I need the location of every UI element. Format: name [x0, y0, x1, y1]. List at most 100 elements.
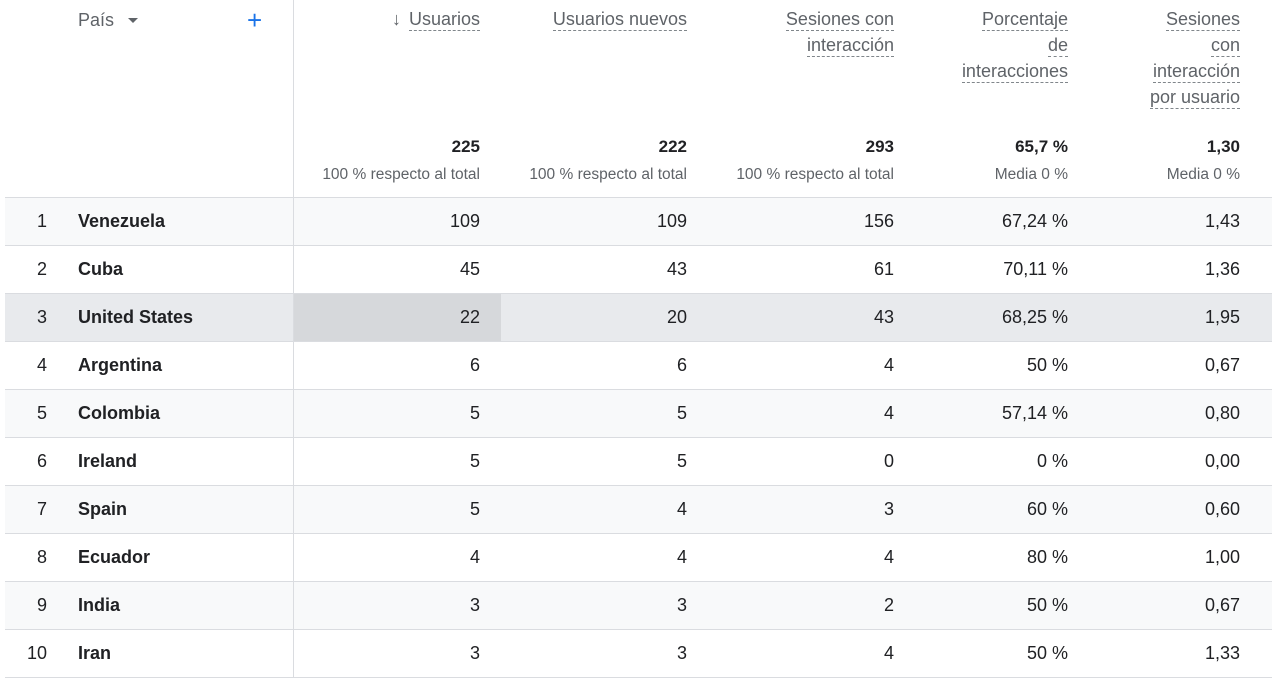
country-name[interactable]: Iran: [78, 630, 111, 677]
column-header[interactable]: Usuarios nuevos: [512, 6, 687, 32]
table-row[interactable]: 9 India 3 3 2 50 % 0,67: [5, 582, 1272, 630]
sort-arrow-icon: ↓: [391, 9, 401, 29]
column-header-label: Usuarios: [408, 9, 480, 31]
row-index: 9: [36, 595, 47, 615]
column-header[interactable]: Sesiones con interacción: [719, 6, 894, 58]
metric-cell: 60 %: [1026, 499, 1068, 519]
metric-cell: 4: [883, 355, 894, 375]
column-total: 222: [658, 137, 687, 156]
metric-cell: 109: [449, 211, 480, 231]
column-header-label: Usuarios nuevos: [552, 9, 687, 31]
metric-cell: 3: [469, 643, 480, 663]
table-row[interactable]: 3 United States 22 20 43 68,25 % 1,95: [5, 294, 1272, 342]
metric-cell: 156: [863, 211, 894, 231]
metric-cell: 0: [883, 451, 894, 471]
metric-cell: 3: [883, 499, 894, 519]
column-header-label: por usuario: [1149, 87, 1240, 109]
metric-cell: 0,67: [1204, 355, 1240, 375]
metric-cell: 43: [873, 307, 894, 327]
row-index: 8: [36, 547, 47, 567]
metric-cell: 6: [676, 355, 687, 375]
metric-cell: 4: [883, 547, 894, 567]
metric-cell: 3: [676, 595, 687, 615]
column-total: 225: [451, 137, 480, 156]
country-name[interactable]: Spain: [78, 486, 127, 533]
country-name[interactable]: United States: [78, 294, 193, 341]
metric-cell: 4: [469, 547, 480, 567]
column-total: 1,30: [1206, 137, 1240, 156]
column-header[interactable]: ↓ Usuarios: [305, 6, 480, 32]
column-header-label: con: [1210, 35, 1240, 57]
row-index: 7: [36, 499, 47, 519]
column-total-note: 100 % respecto al total: [529, 166, 687, 183]
column-header-label: interacción: [806, 35, 894, 57]
row-index: 5: [36, 403, 47, 423]
metric-cell: 5: [469, 499, 480, 519]
column-total-note: Media 0 %: [1166, 166, 1240, 183]
metric-cell: 109: [656, 211, 687, 231]
report-table: País + ↓ Usuarios 225 100 % respecto al tot…: [5, 0, 1272, 678]
dimension-label: País: [78, 10, 115, 30]
metric-cell: 70,11 %: [1003, 259, 1068, 279]
row-index: 4: [36, 355, 47, 375]
metric-cell: 1,43: [1204, 211, 1240, 231]
metric-cell: 0,00: [1204, 451, 1240, 471]
metric-cell: 50 %: [1026, 355, 1068, 375]
country-name[interactable]: Colombia: [78, 390, 160, 437]
metric-cell: 6: [469, 355, 480, 375]
row-index: 6: [36, 451, 47, 471]
table-row[interactable]: 4 Argentina 6 6 4 50 % 0,67: [5, 342, 1272, 390]
metric-cell: 2: [883, 595, 894, 615]
country-name[interactable]: India: [78, 582, 120, 629]
metric-cell: 0,80: [1204, 403, 1240, 423]
table-row[interactable]: 8 Ecuador 4 4 4 80 % 1,00: [5, 534, 1272, 582]
metric-cell: 22: [459, 307, 480, 327]
metric-cell: 0,60: [1204, 499, 1240, 519]
table-row[interactable]: 6 Ireland 5 5 0 0 % 0,00: [5, 438, 1272, 486]
dimension-selector[interactable]: País: [78, 10, 139, 31]
metric-cell: 80 %: [1026, 547, 1068, 567]
table-row[interactable]: 7 Spain 5 4 3 60 % 0,60: [5, 486, 1272, 534]
country-name[interactable]: Ecuador: [78, 534, 150, 581]
country-name[interactable]: Cuba: [78, 246, 123, 293]
metric-cell: 0,67: [1204, 595, 1240, 615]
row-index: 3: [36, 307, 47, 327]
column-header-label: interacciones: [961, 61, 1068, 83]
metric-cell: 4: [676, 499, 687, 519]
metric-cell: 0 %: [1036, 451, 1068, 471]
column-total: 293: [865, 137, 894, 156]
add-dimension-icon[interactable]: +: [247, 5, 262, 35]
metric-cell: 3: [469, 595, 480, 615]
metric-cell: 68,25 %: [1001, 307, 1068, 327]
table-row[interactable]: 10 Iran 3 3 4 50 % 1,33: [5, 630, 1272, 678]
column-header[interactable]: Porcentaje de interacciones: [905, 6, 1068, 84]
metric-cell: 1,00: [1204, 547, 1240, 567]
country-name[interactable]: Ireland: [78, 438, 137, 485]
metric-cell: 20: [666, 307, 687, 327]
metric-cell: 5: [676, 451, 687, 471]
table-row[interactable]: 2 Cuba 45 43 61 70,11 % 1,36: [5, 246, 1272, 294]
column-total: 65,7 %: [1015, 137, 1068, 156]
column-header[interactable]: Sesiones con interacción por usuario: [1085, 6, 1240, 110]
metric-cell: 43: [666, 259, 687, 279]
metric-cell: 1,95: [1204, 307, 1240, 327]
column-header-label: de: [1047, 35, 1068, 57]
metric-cell: 1,33: [1204, 643, 1240, 663]
metric-cell: 1,36: [1204, 259, 1240, 279]
country-name[interactable]: Argentina: [78, 342, 162, 389]
metric-cell: 57,14 %: [1001, 403, 1068, 423]
chevron-down-icon: [128, 18, 139, 23]
metric-cell: 50 %: [1026, 595, 1068, 615]
metric-cell: 45: [459, 259, 480, 279]
row-index: 2: [36, 259, 47, 279]
metric-cell: 4: [883, 643, 894, 663]
metric-cell: 4: [676, 547, 687, 567]
metric-cell: 61: [873, 259, 894, 279]
metric-cell: 5: [676, 403, 687, 423]
column-divider: [293, 0, 294, 678]
country-name[interactable]: Venezuela: [78, 198, 165, 245]
metric-cell: 4: [883, 403, 894, 423]
table-row[interactable]: 5 Colombia 5 5 4 57,14 % 0,80: [5, 390, 1272, 438]
table-row[interactable]: 1 Venezuela 109 109 156 67,24 % 1,43: [5, 198, 1272, 246]
column-header-label: Porcentaje: [981, 9, 1068, 31]
